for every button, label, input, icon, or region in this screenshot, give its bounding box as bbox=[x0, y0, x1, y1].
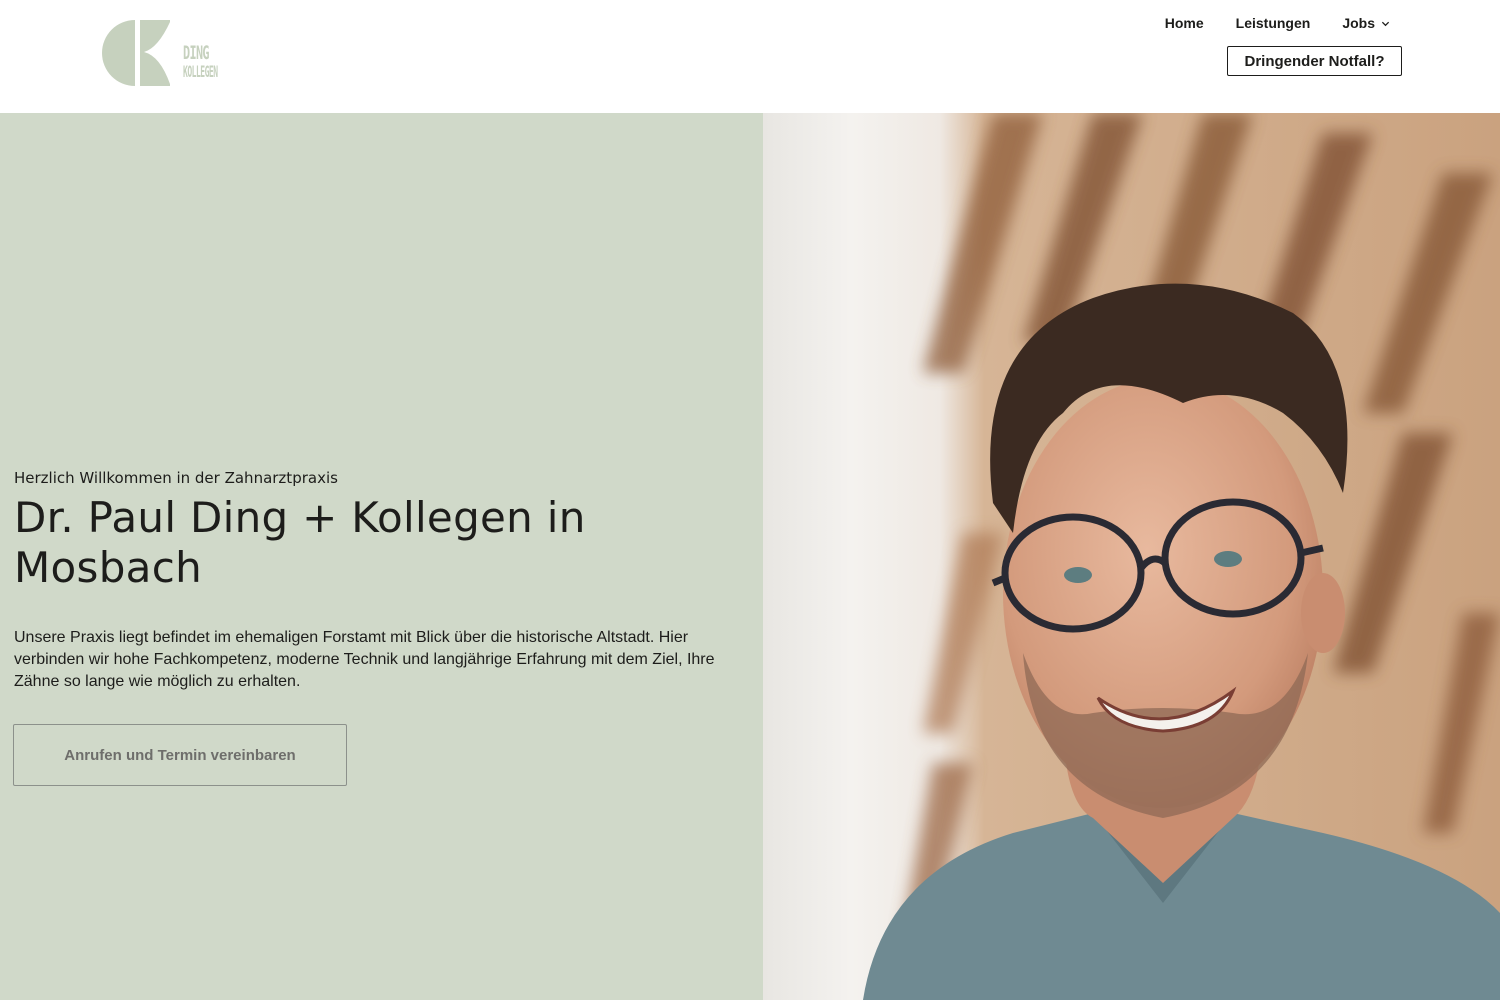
logo-text-kollegen: KOLLEGEN bbox=[183, 62, 218, 81]
hero-headline: Dr. Paul Ding + Kollegen in Mosbach bbox=[14, 493, 586, 592]
nav-item-leistungen[interactable]: Leistungen bbox=[1236, 13, 1311, 33]
logo-wordmark: DING KOLLEGEN bbox=[183, 44, 252, 80]
main-nav: Home Leistungen Jobs bbox=[1165, 13, 1390, 33]
nav-item-home[interactable]: Home bbox=[1165, 13, 1204, 33]
nav-item-label: Jobs bbox=[1342, 15, 1375, 31]
call-appointment-button[interactable]: Anrufen und Termin vereinbaren bbox=[13, 724, 347, 786]
nav-item-label: Home bbox=[1164, 15, 1204, 31]
emergency-button[interactable]: Dringender Notfall? bbox=[1227, 46, 1402, 76]
hero-eyebrow: Herzlich Willkommen in der Zahnarztpraxi… bbox=[14, 469, 338, 487]
hero-intro-text: Unsere Praxis liegt befindet im ehemalig… bbox=[14, 629, 715, 690]
nav-item-label: Leistungen bbox=[1235, 15, 1311, 31]
nav-item-jobs[interactable]: Jobs bbox=[1342, 13, 1390, 33]
portrait-illustration bbox=[763, 113, 1500, 1000]
site-header: DING KOLLEGEN Home Leistungen Jobs Dring… bbox=[0, 0, 1500, 113]
logo-text-ding: DING bbox=[183, 42, 210, 64]
logo-k-icon bbox=[102, 20, 170, 86]
dentist-portrait-photo bbox=[763, 113, 1500, 1000]
chevron-down-icon bbox=[1381, 21, 1390, 26]
practice-logo[interactable]: DING KOLLEGEN bbox=[100, 18, 240, 92]
